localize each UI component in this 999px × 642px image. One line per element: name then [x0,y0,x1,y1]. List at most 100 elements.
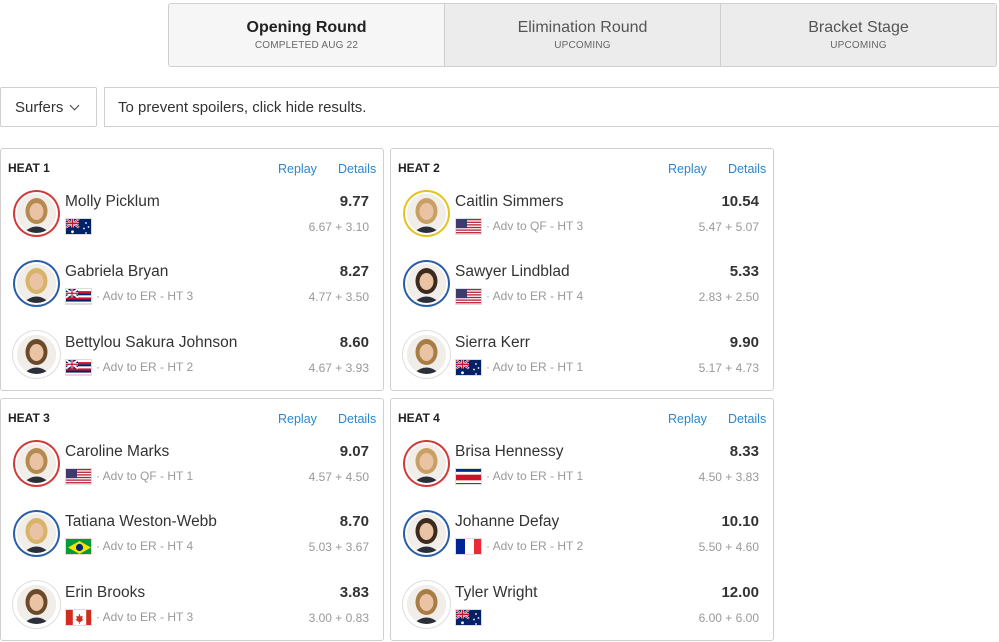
heat-title: HEAT 2 [398,161,440,175]
details-link[interactable]: Details [728,162,766,176]
surfer-row[interactable]: Johanne Defay · Adv to ER - HT 2 10.10 5.50… [391,503,773,563]
wave-scores: 3.00 + 0.83 [308,611,369,625]
heat-total-score: 9.07 [339,443,369,460]
surfer-row[interactable]: Caitlin Simmers · Adv to QF - HT 3 10.54 5.… [391,183,773,243]
surfer-name: Erin Brooks [65,584,146,601]
country-flag-icon [455,609,482,626]
details-link[interactable]: Details [338,412,376,426]
surfer-name: Caroline Marks [65,443,170,460]
surfer-name: Brisa Hennessy [455,443,564,460]
wave-scores: 4.50 + 3.83 [698,470,759,484]
surfer-row[interactable]: Gabriela Bryan · Adv to ER - HT 3 8.27 4.77… [1,253,383,313]
surfer-name: Caitlin Simmers [455,193,564,210]
replay-link[interactable]: Replay [278,162,317,176]
surfer-avatar [15,333,58,376]
surfer-name: Tyler Wright [455,584,538,601]
advancement-note: · Adv to QF - HT 1 [96,469,194,483]
surfer-avatar [15,192,58,235]
spoiler-notice: To prevent spoilers, click hide results. [104,87,999,127]
advancement-note: · Adv to ER - HT 4 [486,289,584,303]
replay-link[interactable]: Replay [668,162,707,176]
surfer-name: Sierra Kerr [455,334,530,351]
heat-card: HEAT 1 Replay Details Molly Picklum 9.77 6.67… [0,148,384,391]
surfer-row[interactable]: Brisa Hennessy · Adv to ER - HT 1 8.33 4.50… [391,433,773,493]
wave-scores: 6.00 + 6.00 [698,611,759,625]
heat-total-score: 12.00 [721,584,759,601]
country-flag-icon [65,538,92,555]
heat-total-score: 9.77 [339,193,369,210]
surfer-avatar [405,192,448,235]
round-name: Opening Round [246,19,367,36]
details-link[interactable]: Details [728,412,766,426]
heat-total-score: 3.83 [339,584,369,601]
surfer-row[interactable]: Bettylou Sakura Johnson · Adv to ER - HT … [1,324,383,384]
country-flag-icon [65,359,92,376]
surfer-row[interactable]: Sawyer Lindblad · Adv to ER - HT 4 5.33 2.8… [391,253,773,313]
surfer-avatar [405,442,448,485]
heat-card: HEAT 3 Replay Details Caroline Marks · Adv t… [0,398,384,641]
advancement-note: · Adv to ER - HT 4 [96,539,194,553]
wave-scores: 4.67 + 3.93 [308,361,369,375]
surfer-name: Tatiana Weston-Webb [65,513,217,530]
surfers-dropdown[interactable]: Surfers [0,87,97,127]
round-tabs: Opening Round COMPLETED AUG 22 Eliminati… [168,3,997,67]
round-status: UPCOMING [830,40,887,51]
heat-title: HEAT 3 [8,411,50,425]
country-flag-icon [455,538,482,555]
heat-card: HEAT 2 Replay Details Caitlin Simmers · Adv … [390,148,774,391]
surfer-avatar [15,442,58,485]
surfer-row[interactable]: Sierra Kerr · Adv to ER - HT 1 9.90 5.17 + … [391,324,773,384]
surfer-name: Johanne Defay [455,513,560,530]
surfer-row[interactable]: Tatiana Weston-Webb · Adv to ER - HT 4 8.7… [1,503,383,563]
advancement-note: · Adv to ER - HT 1 [486,469,584,483]
wave-scores: 5.03 + 3.67 [308,540,369,554]
replay-link[interactable]: Replay [668,412,707,426]
surfer-name: Bettylou Sakura Johnson [65,334,238,351]
filter-bar: Surfers To prevent spoilers, click hide … [0,87,999,127]
heat-total-score: 9.90 [729,334,759,351]
country-flag-icon [455,468,482,485]
wave-scores: 5.50 + 4.60 [698,540,759,554]
surfer-name: Gabriela Bryan [65,263,169,280]
country-flag-icon [65,288,92,305]
round-name: Bracket Stage [808,19,909,36]
tab-bracket-stage[interactable]: Bracket Stage UPCOMING [720,4,996,66]
heat-total-score: 8.70 [339,513,369,530]
heat-total-score: 8.33 [729,443,759,460]
wave-scores: 2.83 + 2.50 [698,290,759,304]
surfer-row[interactable]: Molly Picklum 9.77 6.67 + 3.10 [1,183,383,243]
advancement-note: · Adv to ER - HT 1 [486,360,584,374]
details-link[interactable]: Details [338,162,376,176]
surfer-avatar [405,512,448,555]
heat-total-score: 5.33 [729,263,759,280]
heat-card: HEAT 4 Replay Details Brisa Hennessy · Adv t… [390,398,774,641]
wave-scores: 4.77 + 3.50 [308,290,369,304]
surfer-row[interactable]: Tyler Wright 12.00 6.00 + 6.00 [391,574,773,634]
country-flag-icon [455,288,482,305]
round-status: UPCOMING [554,40,611,51]
country-flag-icon [65,218,92,235]
wave-scores: 6.67 + 3.10 [308,220,369,234]
heat-title: HEAT 1 [8,161,50,175]
surfer-avatar [15,262,58,305]
surfer-name: Molly Picklum [65,193,160,210]
heat-total-score: 10.54 [721,193,759,210]
heat-total-score: 8.60 [339,334,369,351]
country-flag-icon [65,609,92,626]
surfer-avatar [405,583,448,626]
tab-opening-round[interactable]: Opening Round COMPLETED AUG 22 [169,4,444,66]
round-name: Elimination Round [517,19,648,36]
surfer-avatar [15,583,58,626]
tab-elimination-round[interactable]: Elimination Round UPCOMING [444,4,720,66]
chevron-down-icon [69,100,80,110]
replay-link[interactable]: Replay [278,412,317,426]
round-status: COMPLETED AUG 22 [254,40,359,51]
surfer-avatar [15,512,58,555]
country-flag-icon [65,468,92,485]
advancement-note: · Adv to ER - HT 2 [486,539,584,553]
advancement-note: · Adv to ER - HT 3 [96,610,194,624]
surfer-row[interactable]: Caroline Marks · Adv to QF - HT 1 9.07 4.57… [1,433,383,493]
surfer-row[interactable]: Erin Brooks · Adv to ER - HT 3 3.83 3.00 + … [1,574,383,634]
surfer-avatar [405,333,448,376]
surfer-avatar [405,262,448,305]
